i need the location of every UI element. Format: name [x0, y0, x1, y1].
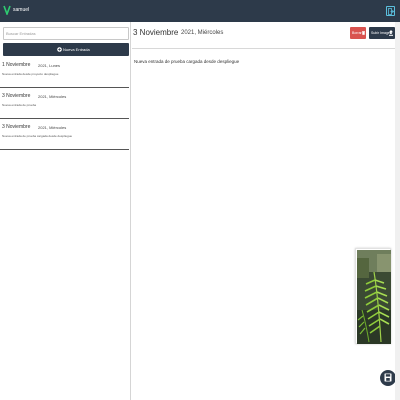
plus-circle-icon: [57, 47, 62, 52]
top-navbar: samuel: [0, 0, 400, 22]
entry-date-rest: 2021, Miércoles: [38, 94, 67, 99]
exit-icon: [388, 8, 394, 15]
editor-header: 3 Noviembre 2021, Miércoles Borrar Subir…: [132, 22, 400, 49]
journal-entry-item[interactable]: 3 Noviembre 2021, Miércoles Nueva entrad…: [0, 89, 129, 119]
entry-preview: Nueva entrada de prueba cargada desde de…: [2, 134, 73, 138]
entry-date-day: 3 Noviembre: [2, 93, 31, 99]
entry-image-thumbnail[interactable]: [355, 248, 391, 344]
entry-editor: 3 Noviembre 2021, Miércoles Borrar Subir…: [132, 22, 400, 400]
upload-image-button[interactable]: Subir Imagen: [369, 27, 395, 39]
upload-icon: [389, 30, 393, 36]
fern-photo-image: [357, 250, 391, 344]
journal-entry-item[interactable]: 1 Noviembre 2021, Lunes Nueva entrada de…: [0, 58, 129, 88]
username: samuel: [13, 7, 30, 13]
sidebar: Nueva Entrada 1 Noviembre 2021, Lunes Nu…: [0, 22, 131, 400]
entry-date-rest: 2021, Lunes: [38, 63, 61, 68]
delete-button[interactable]: Borrar: [350, 27, 366, 39]
logout-button[interactable]: [386, 6, 395, 16]
entry-date-day: 3 Noviembre: [2, 124, 31, 130]
journal-entry-item[interactable]: 3 Noviembre 2021, Miércoles Nueva entrad…: [0, 120, 129, 150]
entry-preview: Nueva entrada de prueba: [2, 103, 37, 107]
entry-date-rest: 2021, Miércoles: [38, 125, 67, 130]
new-entry-label: Nueva Entrada: [63, 47, 90, 52]
save-button[interactable]: [380, 370, 396, 386]
entry-date-day: 1 Noviembre: [2, 62, 31, 68]
v-logo-icon: [3, 5, 11, 15]
journal-app: samuel Nueva Entrada 1 Noviembre 2021, L…: [0, 0, 400, 400]
save-icon: [384, 373, 392, 382]
trash-icon: [362, 31, 365, 35]
entry-body-text[interactable]: Nueva entrada de prueba cargada desde de…: [134, 59, 239, 64]
entry-title-day: 3 Noviembre: [133, 28, 179, 37]
new-entry-button[interactable]: Nueva Entrada: [3, 43, 129, 56]
vertical-scrollbar[interactable]: [395, 22, 400, 400]
search-input[interactable]: [3, 27, 129, 40]
entry-preview: Nueva entrada desde proyecto despliegue: [2, 72, 59, 76]
delete-label: Borrar: [352, 31, 362, 35]
entry-title-rest: 2021, Miércoles: [181, 30, 224, 36]
